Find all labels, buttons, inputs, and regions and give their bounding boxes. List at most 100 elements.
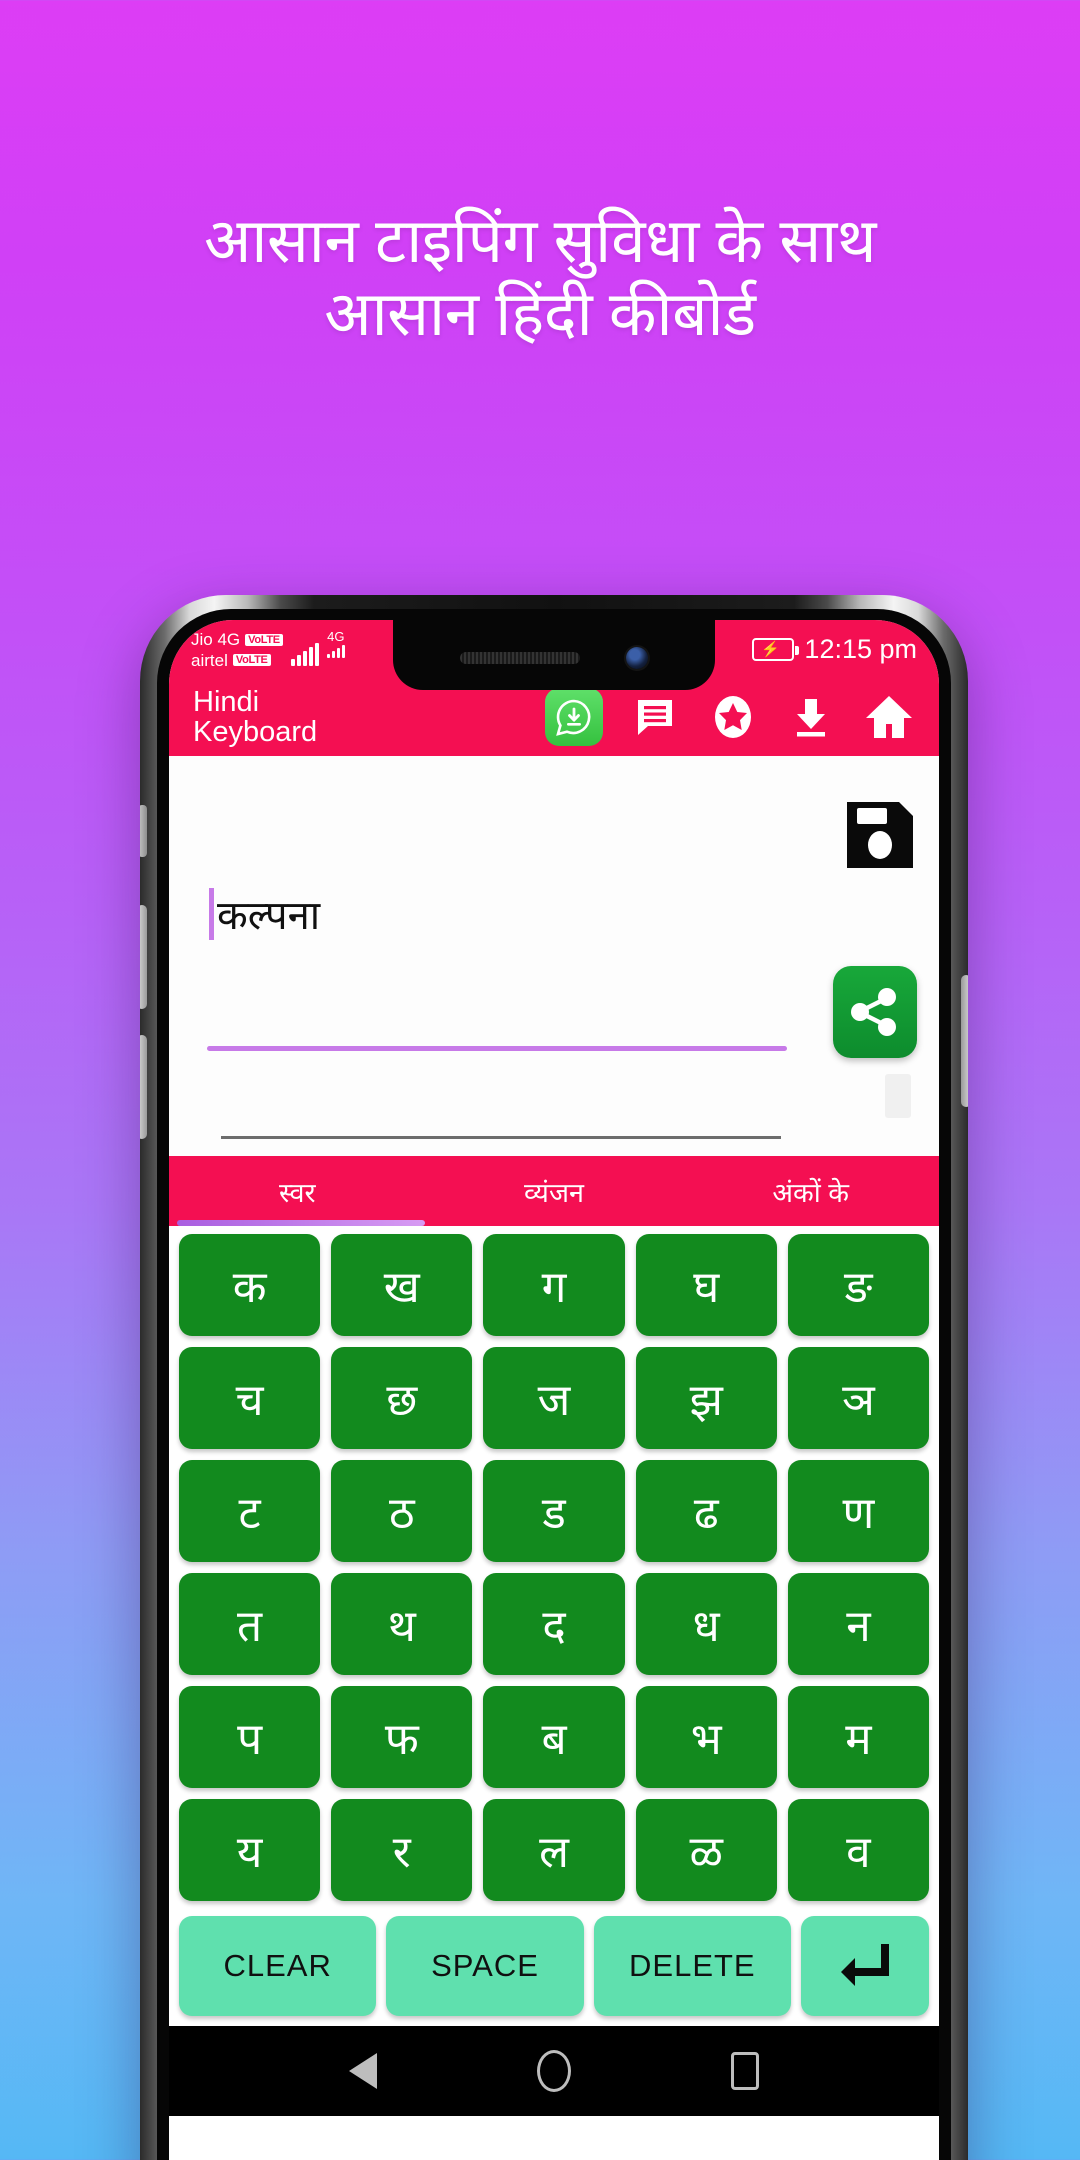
promo-headline: आसान टाइपिंग सुविधा के साथ आसान हिंदी की… bbox=[0, 205, 1080, 351]
input-underline-primary bbox=[207, 1046, 787, 1051]
tab-vyanjan-label: व्यंजन bbox=[524, 1177, 584, 1208]
key-button[interactable]: ण bbox=[787, 1460, 930, 1562]
signal-bars-secondary-icon bbox=[326, 645, 345, 659]
key-button[interactable]: म bbox=[787, 1686, 930, 1788]
app-bar-actions bbox=[357, 688, 919, 746]
whatsapp-status-saver-icon[interactable] bbox=[545, 688, 603, 746]
key-button[interactable]: य bbox=[179, 1799, 321, 1901]
space-button[interactable]: SPACE bbox=[386, 1916, 584, 2016]
back-icon[interactable] bbox=[349, 2053, 377, 2089]
enter-return-icon[interactable] bbox=[800, 1916, 929, 2016]
key-button[interactable]: घ bbox=[635, 1234, 777, 1336]
carrier-row-2: airtel VoLTE bbox=[191, 651, 283, 670]
key-button[interactable]: ज bbox=[483, 1347, 625, 1449]
status-bar: Jio 4G VoLTE airtel VoLTE 4G ⚡ 12:15 pm bbox=[169, 620, 939, 690]
carrier-1-name: Jio 4G bbox=[191, 630, 241, 650]
download-icon[interactable] bbox=[785, 691, 837, 743]
home-icon[interactable] bbox=[863, 691, 915, 743]
tab-swar-label: स्वर bbox=[279, 1177, 316, 1208]
key-button[interactable]: भ bbox=[635, 1686, 777, 1788]
key-button[interactable]: च bbox=[179, 1347, 321, 1449]
key-button[interactable]: ठ bbox=[331, 1460, 473, 1562]
share-icon[interactable] bbox=[833, 966, 917, 1058]
home-circle-icon[interactable] bbox=[537, 2050, 571, 2092]
tab-ankon-ke[interactable]: अंकों के bbox=[682, 1156, 939, 1226]
carrier-1-volte-badge: VoLTE bbox=[245, 633, 283, 647]
key-button[interactable]: ध bbox=[635, 1573, 777, 1675]
promo-line-2: आसान हिंदी कीबोर्ड bbox=[324, 280, 756, 350]
message-icon[interactable] bbox=[629, 691, 681, 743]
key-row: च छ ज झ ञ bbox=[174, 1347, 934, 1449]
key-button[interactable]: ट bbox=[179, 1460, 321, 1562]
carrier-row-1: Jio 4G VoLTE bbox=[191, 630, 283, 649]
key-button[interactable]: क bbox=[179, 1234, 321, 1336]
key-button[interactable]: थ bbox=[331, 1573, 473, 1675]
status-bar-left: Jio 4G VoLTE airtel VoLTE 4G bbox=[191, 628, 345, 670]
secondary-signal-group: 4G bbox=[326, 629, 345, 659]
key-button[interactable]: ळ bbox=[635, 1799, 777, 1901]
key-button[interactable]: व bbox=[787, 1799, 930, 1901]
display-notch bbox=[393, 620, 715, 690]
key-button[interactable]: ढ bbox=[635, 1460, 777, 1562]
tab-ankon-ke-label: अंकों के bbox=[772, 1177, 849, 1208]
volume-down-button[interactable] bbox=[140, 1035, 147, 1139]
category-tab-bar: स्वर व्यंजन अंकों के bbox=[169, 1156, 939, 1226]
clear-button[interactable]: CLEAR bbox=[179, 1916, 377, 2016]
typed-text-row[interactable]: कल्पना bbox=[209, 886, 320, 941]
carrier-2-name: airtel bbox=[191, 650, 228, 670]
phone-screen: Jio 4G VoLTE airtel VoLTE 4G ⚡ 12:15 pm … bbox=[169, 620, 939, 2160]
save-floppy-icon[interactable] bbox=[843, 798, 917, 872]
search-input[interactable]: कल्पना bbox=[217, 886, 320, 941]
front-camera bbox=[626, 647, 648, 669]
key-button[interactable]: फ bbox=[331, 1686, 473, 1788]
page-title: Hindi Keyboard bbox=[193, 685, 343, 748]
delete-button[interactable]: DELETE bbox=[593, 1916, 791, 2016]
tab-vyanjan[interactable]: व्यंजन bbox=[426, 1156, 683, 1226]
phone-bezel: Jio 4G VoLTE airtel VoLTE 4G ⚡ 12:15 pm … bbox=[157, 609, 951, 2160]
hindi-keyboard: क ख ग घ ङ च छ ज झ ञ ट ठ ड ढ ण त थ द ध न … bbox=[169, 1226, 939, 2026]
key-button[interactable]: छ bbox=[331, 1347, 473, 1449]
star-icon[interactable] bbox=[707, 691, 759, 743]
key-button[interactable]: ङ bbox=[787, 1234, 930, 1336]
key-button[interactable]: र bbox=[331, 1799, 473, 1901]
key-row: ट ठ ड ढ ण bbox=[174, 1460, 934, 1562]
app-title-line-2: Keyboard bbox=[193, 716, 318, 748]
network-type-label: 4G bbox=[327, 629, 345, 645]
key-row: प फ ब भ म bbox=[174, 1686, 934, 1788]
key-button[interactable]: ब bbox=[483, 1686, 625, 1788]
key-button[interactable]: झ bbox=[635, 1347, 777, 1449]
power-button[interactable] bbox=[961, 975, 968, 1107]
phone-device-frame: Jio 4G VoLTE airtel VoLTE 4G ⚡ 12:15 pm … bbox=[140, 595, 968, 2160]
clock-label: 12:15 pm bbox=[804, 633, 917, 664]
mute-switch-button[interactable] bbox=[140, 805, 147, 857]
status-bar-right: ⚡ 12:15 pm bbox=[752, 634, 917, 665]
key-button[interactable]: त bbox=[179, 1573, 321, 1675]
key-button[interactable]: ड bbox=[483, 1460, 625, 1562]
key-row: क ख ग घ ङ bbox=[174, 1234, 934, 1336]
active-tab-indicator bbox=[177, 1220, 425, 1226]
key-button[interactable]: ल bbox=[483, 1799, 625, 1901]
android-navigation-bar bbox=[169, 2026, 939, 2116]
signal-bars-icon bbox=[290, 642, 319, 670]
key-button[interactable]: ख bbox=[331, 1234, 473, 1336]
promo-line-1: आसान टाइपिंग सुविधा के साथ bbox=[204, 207, 876, 276]
carrier-labels: Jio 4G VoLTE airtel VoLTE bbox=[191, 630, 283, 670]
battery-charging-icon: ⚡ bbox=[752, 637, 800, 661]
volume-up-button[interactable] bbox=[140, 905, 147, 1009]
key-row: य र ल ळ व bbox=[174, 1799, 934, 1901]
key-button[interactable]: न bbox=[787, 1573, 930, 1675]
tab-swar[interactable]: स्वर bbox=[169, 1156, 426, 1226]
text-editor-area[interactable]: कल्पना bbox=[169, 756, 939, 1156]
keyboard-action-row: CLEAR SPACE DELETE bbox=[174, 1912, 934, 2026]
carrier-2-volte-badge: VoLTE bbox=[232, 653, 271, 667]
earpiece-speaker bbox=[460, 652, 580, 664]
app-title-line-1: Hindi bbox=[193, 685, 260, 718]
scroll-handle[interactable] bbox=[885, 1074, 911, 1118]
recents-square-icon[interactable] bbox=[731, 2052, 759, 2090]
key-button[interactable]: ञ bbox=[787, 1347, 930, 1449]
key-row: त थ द ध न bbox=[174, 1573, 934, 1675]
text-cursor bbox=[209, 887, 214, 940]
key-button[interactable]: द bbox=[483, 1573, 625, 1675]
key-button[interactable]: ग bbox=[483, 1234, 625, 1336]
key-button[interactable]: प bbox=[179, 1686, 321, 1788]
